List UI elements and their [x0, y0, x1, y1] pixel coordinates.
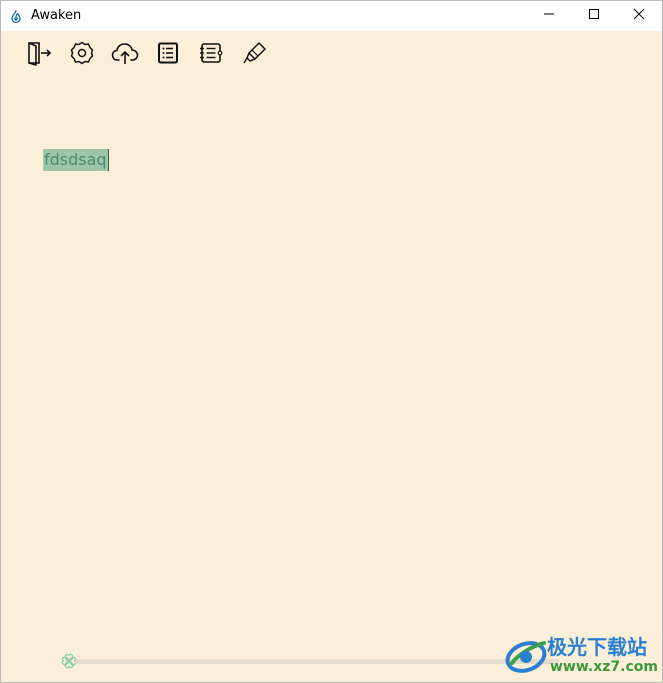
title-bar[interactable]: Awaken: [1, 1, 662, 31]
progress-track[interactable]: [75, 659, 559, 664]
door-exit-icon: [26, 40, 52, 71]
list-button[interactable]: [153, 41, 183, 69]
app-window: Awaken fdsdsaq 极光下载站 www.xz7.com: [0, 0, 663, 683]
cloud-upload-icon: [111, 40, 139, 71]
selected-text[interactable]: fdsdsaq: [43, 149, 109, 171]
list-icon: [156, 41, 180, 70]
watermark-logo: 极光下载站 www.xz7.com: [504, 629, 662, 681]
outline-button[interactable]: [196, 41, 226, 69]
highlighter-icon: [242, 40, 268, 71]
exit-button[interactable]: [24, 41, 54, 69]
highlight-button[interactable]: [240, 41, 270, 69]
watermark-title: 极光下载站: [547, 635, 647, 659]
drop-flame-icon: [10, 9, 22, 24]
minimize-icon: [543, 7, 555, 25]
window-title: Awaken: [31, 8, 82, 23]
maximize-icon: [588, 7, 600, 25]
toolbar: [1, 31, 662, 79]
notebook-icon: [198, 41, 224, 70]
text-editor[interactable]: fdsdsaq: [43, 149, 623, 609]
settings-button[interactable]: [67, 41, 97, 69]
site-logo-icon: [504, 633, 550, 677]
close-button[interactable]: [616, 1, 662, 31]
watermark-url: www.xz7.com: [550, 659, 658, 675]
maximize-button[interactable]: [571, 1, 617, 31]
close-icon: [633, 7, 645, 25]
gear-icon: [69, 40, 95, 71]
progress-bar[interactable]: [59, 651, 559, 671]
upload-button[interactable]: [110, 41, 140, 69]
minimize-button[interactable]: [526, 1, 572, 31]
